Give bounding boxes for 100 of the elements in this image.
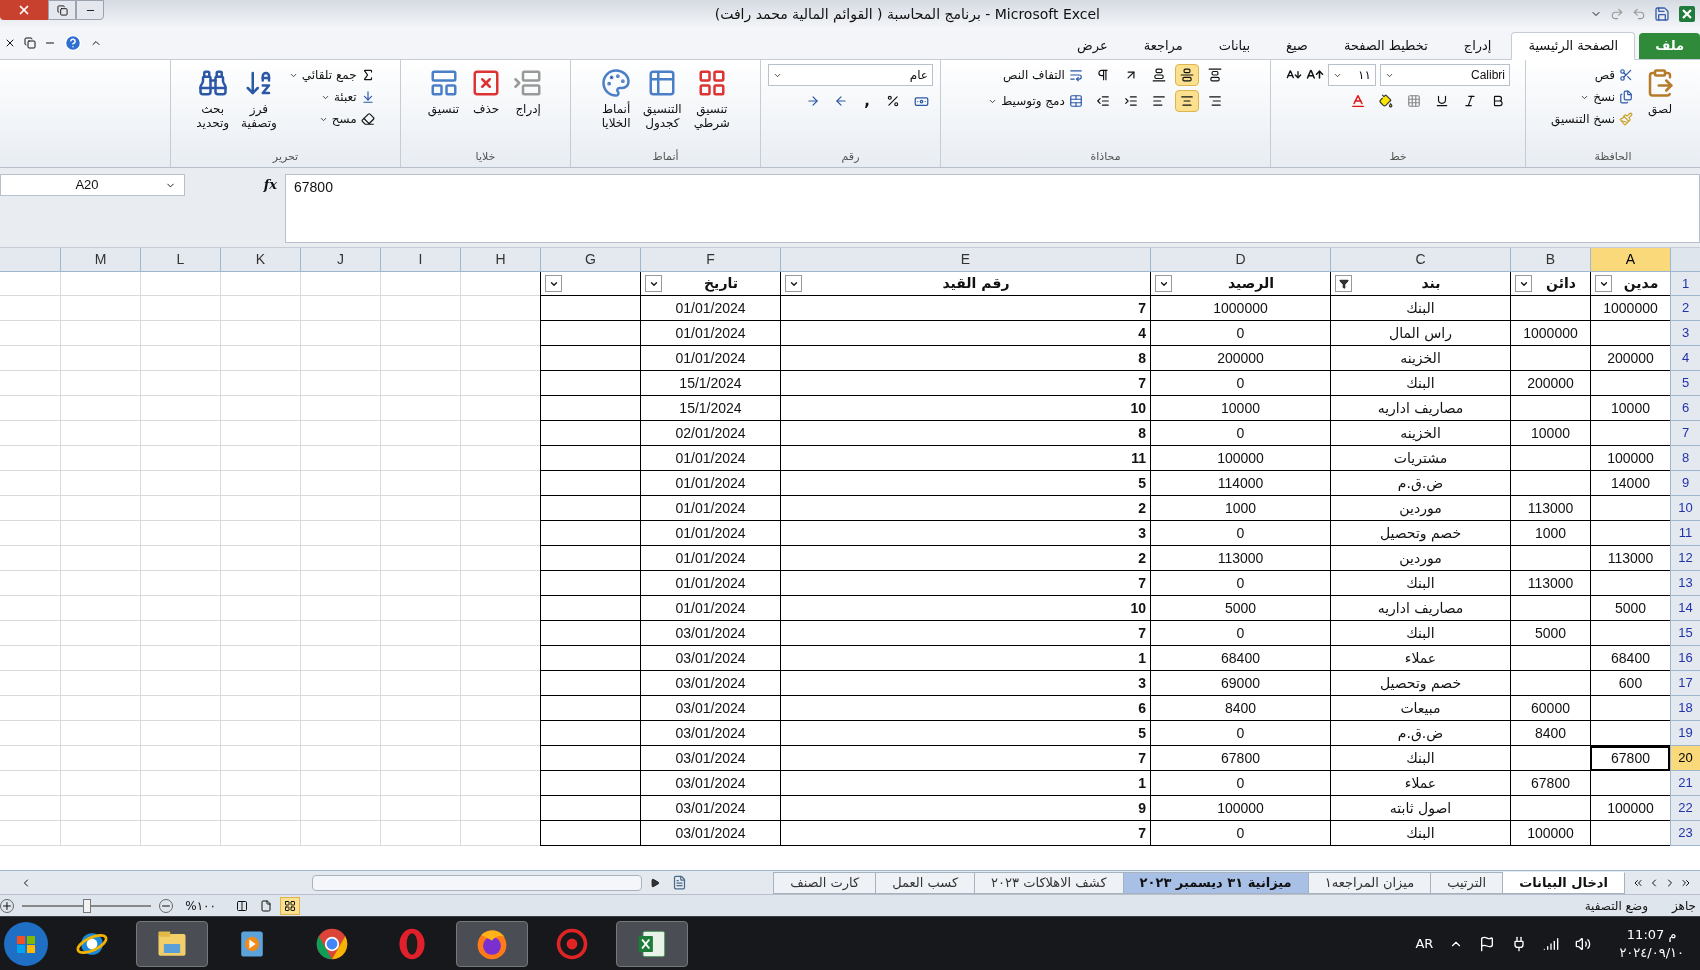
volume-icon[interactable] xyxy=(1575,935,1592,952)
row-header[interactable]: 2 xyxy=(1670,296,1700,321)
align-center-button[interactable] xyxy=(1174,90,1199,112)
copy-button[interactable]: نسخ xyxy=(1546,86,1638,108)
row-header[interactable]: 5 xyxy=(1670,371,1700,396)
column-header[interactable]: G xyxy=(540,248,640,271)
delete-cells-button[interactable]: حذف xyxy=(467,64,506,116)
comma-style-button[interactable]: , xyxy=(857,90,877,112)
insert-function-button[interactable]: fx xyxy=(263,175,277,195)
filter-dropdown[interactable] xyxy=(1595,275,1612,292)
row-header[interactable]: 4 xyxy=(1670,346,1700,371)
find-select-button[interactable]: بحث وتحديد xyxy=(192,64,234,130)
fill-button[interactable]: تعبئة xyxy=(284,86,379,108)
autosum-button[interactable]: جمع تلقائي xyxy=(284,64,379,86)
taskbar-button[interactable] xyxy=(616,920,688,967)
sort-filter-button[interactable]: فرز وتصفية xyxy=(237,64,281,130)
sheet-tab[interactable]: ميزان المراجعه١ xyxy=(1307,871,1432,894)
restore-workbook-icon[interactable] xyxy=(24,37,36,49)
row-header[interactable]: 9 xyxy=(1670,471,1700,496)
flag-icon[interactable] xyxy=(1479,935,1496,952)
cut-button[interactable]: قص xyxy=(1546,64,1638,86)
restore-button[interactable] xyxy=(48,0,76,20)
insert-cells-button[interactable]: إدراج xyxy=(509,64,548,116)
column-header[interactable]: A xyxy=(1590,248,1670,271)
row-header[interactable]: 8 xyxy=(1670,446,1700,471)
format-painter-button[interactable]: نسخ التنسيق xyxy=(1546,108,1638,130)
clock-time[interactable]: 11:07 م xyxy=(1626,925,1677,944)
sheet-tab[interactable]: ادخال البيانات xyxy=(1502,871,1625,894)
format-cells-button[interactable]: تنسيق xyxy=(423,64,464,116)
row-header[interactable]: 10 xyxy=(1670,496,1700,521)
input-language[interactable]: AR xyxy=(1415,933,1434,954)
column-header[interactable]: L xyxy=(140,248,220,271)
column-header[interactable]: J xyxy=(300,248,380,271)
save-icon[interactable] xyxy=(1654,6,1670,22)
cell-styles-button[interactable]: أنماط الخلايا xyxy=(597,64,636,130)
row-header[interactable]: 3 xyxy=(1670,321,1700,346)
ribbon-tab[interactable]: إدراج xyxy=(1447,33,1508,59)
row-header[interactable]: 13 xyxy=(1670,571,1700,596)
wrap-text-button[interactable]: التفاف النص xyxy=(998,64,1087,86)
row-header[interactable]: 21 xyxy=(1670,771,1700,796)
conditional-formatting-button[interactable]: تنسيق شرطي xyxy=(689,64,734,130)
filter-dropdown[interactable] xyxy=(1155,275,1172,292)
row-header[interactable]: 1 xyxy=(1670,272,1700,296)
filter-dropdown[interactable] xyxy=(545,275,562,292)
taskbar-button[interactable] xyxy=(456,920,528,967)
font-name-field[interactable]: Calibri xyxy=(1380,64,1510,86)
column-header[interactable]: I xyxy=(380,248,460,271)
insert-sheet-icon[interactable] xyxy=(672,875,687,890)
ribbon-tab[interactable]: تخطيط الصفحة xyxy=(1327,33,1444,59)
zoom-slider[interactable] xyxy=(21,897,152,914)
row-header[interactable]: 6 xyxy=(1670,396,1700,421)
column-header[interactable]: D xyxy=(1150,248,1330,271)
close-workbook-icon[interactable] xyxy=(4,37,16,49)
filter-dropdown[interactable] xyxy=(785,275,802,292)
row-header[interactable]: 22 xyxy=(1670,796,1700,821)
sheet-tab[interactable]: الترتيب xyxy=(1430,871,1504,894)
column-header[interactable]: M xyxy=(60,248,140,271)
row-header[interactable]: 7 xyxy=(1670,421,1700,446)
close-button[interactable] xyxy=(0,0,48,20)
column-header[interactable]: H xyxy=(460,248,540,271)
column-header[interactable]: K xyxy=(220,248,300,271)
row-header[interactable]: 15 xyxy=(1670,621,1700,646)
row-header[interactable]: 11 xyxy=(1670,521,1700,546)
signal-bars-icon[interactable] xyxy=(1543,935,1560,952)
row-header[interactable]: 19 xyxy=(1670,721,1700,746)
scroll-right-icon[interactable] xyxy=(650,877,660,888)
help-icon[interactable] xyxy=(64,34,82,52)
column-header[interactable]: B xyxy=(1510,248,1590,271)
row-header[interactable]: 18 xyxy=(1670,696,1700,721)
row-header[interactable]: 17 xyxy=(1670,671,1700,696)
taskbar-button[interactable] xyxy=(136,920,208,967)
column-header[interactable]: C xyxy=(1330,248,1510,271)
ribbon-tab[interactable]: عرض xyxy=(1061,33,1124,59)
sheet-tab[interactable]: ميزانية ٣١ ديسمبر ٢٠٢٣ xyxy=(1122,871,1309,894)
ribbon-tab[interactable]: صيغ xyxy=(1270,33,1324,59)
ribbon-tab[interactable]: بيانات xyxy=(1202,33,1266,59)
ribbon-tab[interactable]: مراجعة xyxy=(1127,33,1199,59)
formula-input[interactable]: 67800 xyxy=(285,174,1700,243)
zoom-slider-thumb[interactable] xyxy=(82,898,91,913)
filter-dropdown[interactable] xyxy=(645,275,662,292)
filter-dropdown[interactable] xyxy=(1515,275,1532,292)
horizontal-scrollbar[interactable] xyxy=(312,874,642,891)
row-header[interactable]: 23 xyxy=(1670,821,1700,846)
sheet-tab[interactable]: كشف الاهلاكات ٢٠٢٣ xyxy=(974,871,1124,894)
middle-align-button[interactable] xyxy=(1174,64,1199,86)
paste-button[interactable]: لصق xyxy=(1641,64,1680,116)
column-header[interactable]: F xyxy=(640,248,780,271)
name-box[interactable]: A20 xyxy=(0,174,185,196)
normal-view-button[interactable] xyxy=(280,896,300,915)
zoom-level[interactable]: %١٠٠ xyxy=(185,896,216,915)
clear-button[interactable]: مسح xyxy=(284,108,379,130)
sheet-tab[interactable]: كارت الصنف xyxy=(773,871,877,894)
sheet-tab[interactable]: كسب العمل xyxy=(875,871,976,894)
number-format-dropdown[interactable]: عام xyxy=(768,64,933,86)
row-header[interactable]: 16 xyxy=(1670,646,1700,671)
ribbon-tab[interactable]: الصفحة الرئيسية xyxy=(1511,32,1636,60)
font-size-field[interactable]: ١١ xyxy=(1328,64,1376,86)
merge-center-button[interactable]: دمج وتوسيط xyxy=(984,90,1087,112)
row-header[interactable]: 14 xyxy=(1670,596,1700,621)
clock-date[interactable]: ٢٠٢٤/٠٩/١٠ xyxy=(1619,943,1684,962)
